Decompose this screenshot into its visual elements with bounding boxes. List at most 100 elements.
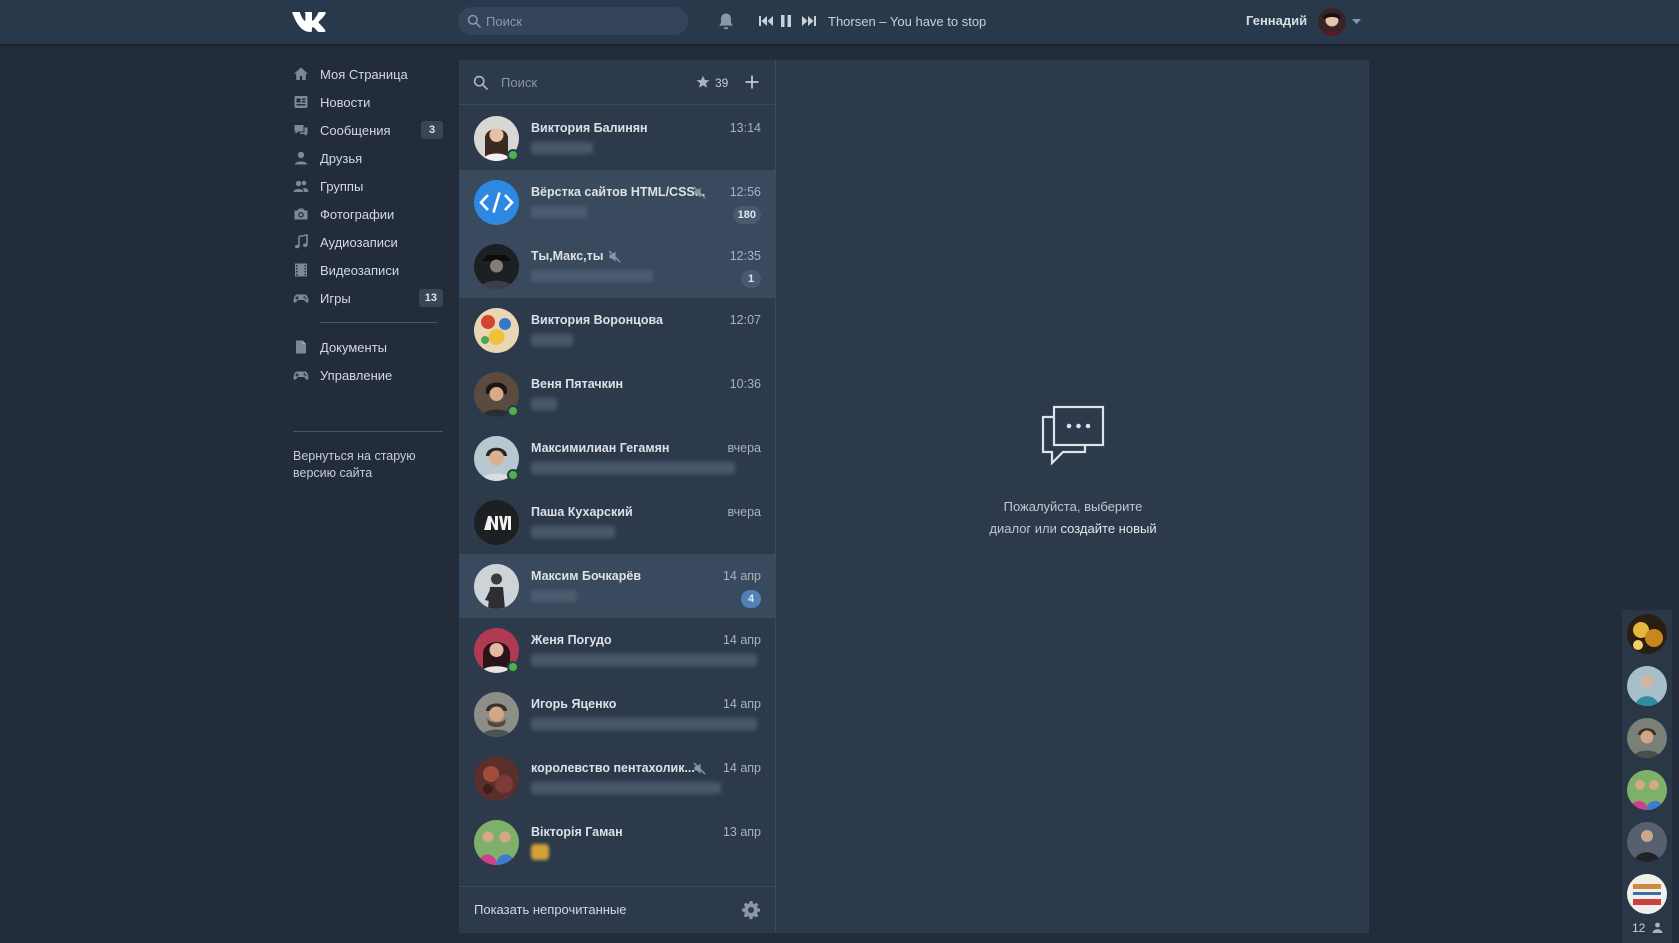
online-friends-count[interactable]: 12 bbox=[1632, 921, 1645, 935]
news-icon bbox=[294, 96, 308, 108]
dialogs-list: Виктория Балинян 13:14 Вёрстка сайтов HT… bbox=[459, 106, 775, 874]
dialog-name: Максим Бочкарёв bbox=[531, 569, 642, 583]
avatar bbox=[474, 180, 519, 225]
video-icon bbox=[295, 263, 307, 277]
sidebar-item-label: Группы bbox=[320, 178, 364, 194]
dialog-time: 13 апр bbox=[722, 825, 761, 839]
dialog-row[interactable]: Вікторія Гаман 13 апр bbox=[459, 810, 775, 874]
current-track-title[interactable]: Thorsen – You have to stop bbox=[828, 14, 986, 29]
search-icon bbox=[467, 14, 481, 28]
online-friends-strip: 12 bbox=[1622, 610, 1672, 943]
dialog-time: 12:07 bbox=[729, 313, 761, 327]
avatar bbox=[474, 564, 519, 609]
sidebar-item-news[interactable]: Новости bbox=[293, 88, 443, 116]
friend-avatar[interactable] bbox=[1627, 614, 1667, 654]
sidebar-item-label: Моя Страница bbox=[320, 66, 408, 82]
dialog-row[interactable]: Игорь Яценко 14 апр bbox=[459, 682, 775, 746]
online-indicator bbox=[507, 661, 519, 673]
gamepad-icon bbox=[293, 371, 309, 380]
dialog-row[interactable]: Виктория Воронцова 12:07 bbox=[459, 298, 775, 362]
sidebar-item-label: Документы bbox=[320, 339, 388, 355]
dialog-time: 14 апр bbox=[722, 761, 761, 775]
header-search[interactable] bbox=[458, 7, 688, 35]
friend-avatar[interactable] bbox=[1627, 666, 1667, 706]
messages-count-badge: 3 bbox=[421, 121, 443, 139]
sidebar-item-friends[interactable]: Друзья bbox=[293, 144, 443, 172]
dialog-row[interactable]: Максимилиан Гегамян вчера bbox=[459, 426, 775, 490]
dialog-name: Женя Погудо bbox=[531, 633, 612, 647]
dialog-row[interactable]: Паша Кухарский вчера bbox=[459, 490, 775, 554]
dialog-name: Виктория Воронцова bbox=[531, 313, 663, 327]
unread-count-badge: 180 bbox=[732, 206, 761, 224]
message-preview bbox=[531, 718, 757, 730]
dialog-row[interactable]: Виктория Балинян 13:14 bbox=[459, 106, 775, 170]
dialog-time: 10:36 bbox=[729, 377, 761, 391]
messages-icon bbox=[294, 125, 308, 136]
chat-bubble-icon bbox=[1041, 405, 1105, 465]
important-count[interactable]: 39 bbox=[715, 76, 728, 90]
dialog-name: Веня Пятачкин bbox=[531, 377, 624, 391]
sidebar-item-games[interactable]: Игры 13 bbox=[293, 284, 443, 312]
friend-avatar[interactable] bbox=[1627, 770, 1667, 810]
sidebar-item-documents[interactable]: Документы bbox=[293, 333, 443, 361]
plus-icon[interactable] bbox=[745, 75, 759, 89]
games-count-badge: 13 bbox=[418, 289, 443, 307]
gear-icon[interactable] bbox=[741, 900, 761, 920]
dialog-row[interactable]: королевство пентахолик... 14 апр bbox=[459, 746, 775, 810]
unread-count-badge: 1 bbox=[741, 270, 761, 288]
chevron-down-icon[interactable] bbox=[1352, 19, 1361, 25]
top-header: Thorsen – You have to stop Геннадий bbox=[0, 0, 1679, 44]
friend-avatar[interactable] bbox=[1627, 874, 1667, 914]
dialog-name: Максимилиан Гегамян bbox=[531, 441, 670, 455]
user-name[interactable]: Геннадий bbox=[1246, 13, 1307, 28]
avatar bbox=[474, 692, 519, 737]
dialog-row[interactable]: Вёрстка сайтов HTML/CSS... 12:56 180 bbox=[459, 170, 775, 234]
muted-icon bbox=[608, 250, 621, 263]
muted-icon bbox=[693, 186, 706, 199]
dialog-time: 14 апр bbox=[722, 633, 761, 647]
dialog-row[interactable]: Веня Пятачкин 10:36 bbox=[459, 362, 775, 426]
dialog-row[interactable]: Максим Бочкарёв 14 апр 4 bbox=[459, 554, 775, 618]
dialogs-search-input[interactable] bbox=[501, 68, 681, 96]
left-sidebar: Моя Страница Новости Сообщения 3 Друзья … bbox=[293, 60, 443, 389]
dialogs-panel: 39 Виктория Балинян 13:14 Вёрстка сайтов… bbox=[459, 60, 775, 933]
sidebar-item-label: Аудиозаписи bbox=[320, 234, 398, 250]
user-avatar[interactable] bbox=[1318, 8, 1346, 36]
create-dialog-link[interactable]: создайте новый bbox=[1061, 521, 1157, 536]
home-icon bbox=[294, 67, 308, 80]
sidebar-divider bbox=[293, 431, 443, 432]
groups-icon bbox=[293, 180, 309, 192]
next-track-icon[interactable] bbox=[801, 14, 817, 28]
dialog-row[interactable]: Женя Погудо 14 апр bbox=[459, 618, 775, 682]
pause-icon[interactable] bbox=[780, 14, 792, 28]
muted-icon bbox=[693, 762, 706, 775]
sidebar-item-label: Видеозаписи bbox=[320, 262, 400, 278]
show-unread-button[interactable]: Показать непрочитанные bbox=[474, 902, 627, 917]
empty-state-line-2: диалог или создайте новый bbox=[776, 518, 1370, 540]
sidebar-item-messages[interactable]: Сообщения 3 bbox=[293, 116, 443, 144]
friends-icon bbox=[295, 151, 307, 165]
sidebar-item-groups[interactable]: Группы bbox=[293, 172, 443, 200]
previous-track-icon[interactable] bbox=[758, 14, 774, 28]
old-site-link[interactable]: Вернуться на старую версию сайта bbox=[293, 448, 443, 482]
sidebar-item-video[interactable]: Видеозаписи bbox=[293, 256, 443, 284]
header-search-input[interactable] bbox=[486, 7, 681, 35]
bell-icon[interactable] bbox=[717, 12, 735, 31]
friend-avatar[interactable] bbox=[1627, 718, 1667, 758]
message-preview bbox=[531, 782, 721, 794]
empty-state-text: диалог или bbox=[989, 521, 1057, 536]
search-icon bbox=[473, 75, 488, 90]
dialog-row[interactable]: Ты,Макс,ты 12:35 1 bbox=[459, 234, 775, 298]
sidebar-item-my-page[interactable]: Моя Страница bbox=[293, 60, 443, 88]
star-icon[interactable] bbox=[696, 75, 710, 89]
friend-avatar[interactable] bbox=[1627, 822, 1667, 862]
sidebar-item-manage[interactable]: Управление bbox=[293, 361, 443, 389]
online-indicator bbox=[507, 469, 519, 481]
vk-logo[interactable] bbox=[292, 10, 326, 32]
message-preview bbox=[531, 270, 653, 282]
sidebar-item-label: Управление bbox=[320, 367, 393, 383]
message-preview bbox=[531, 590, 577, 602]
sidebar-item-audio[interactable]: Аудиозаписи bbox=[293, 228, 443, 256]
music-icon bbox=[294, 234, 308, 249]
sidebar-item-photos[interactable]: Фотографии bbox=[293, 200, 443, 228]
